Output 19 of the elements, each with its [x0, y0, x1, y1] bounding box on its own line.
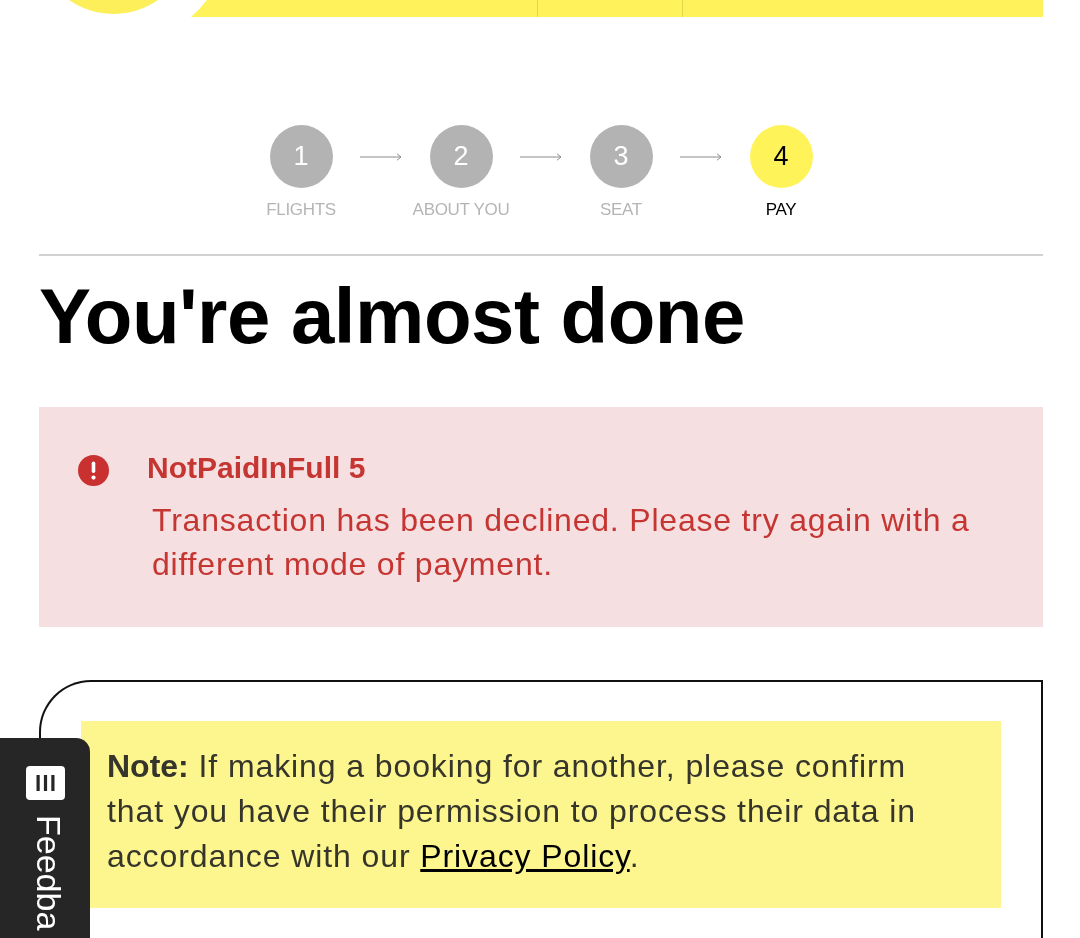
step-number: 2: [429, 125, 493, 188]
step-label: FLIGHTS: [266, 200, 336, 220]
alert-title: NotPaidInFull 5: [147, 449, 367, 486]
note-text: Note: If making a booking for another, please confirm that you have their permission to process their data in accordance with our Privacy Policy.: [107, 746, 917, 876]
step-number: 4: [749, 125, 813, 188]
privacy-policy-link[interactable]: Privacy Policy: [420, 837, 630, 874]
bars-icon: [25, 766, 65, 800]
step-label: PAY: [765, 200, 797, 220]
page-heading: You're almost done: [39, 274, 746, 360]
error-icon: [78, 454, 109, 486]
arrow-icon: [360, 152, 402, 161]
step-number: 3: [589, 125, 653, 188]
step-label: ABOUT YOU: [412, 200, 510, 220]
step-number: 1: [269, 125, 333, 188]
feedback-tab[interactable]: Feedba: [0, 738, 90, 938]
arrow-icon: [680, 152, 722, 161]
step-label: SEAT: [600, 200, 642, 220]
arrow-icon: [520, 152, 562, 161]
alert-message: Transaction has been declined. Please try again with a different mode of payment.: [151, 500, 971, 584]
